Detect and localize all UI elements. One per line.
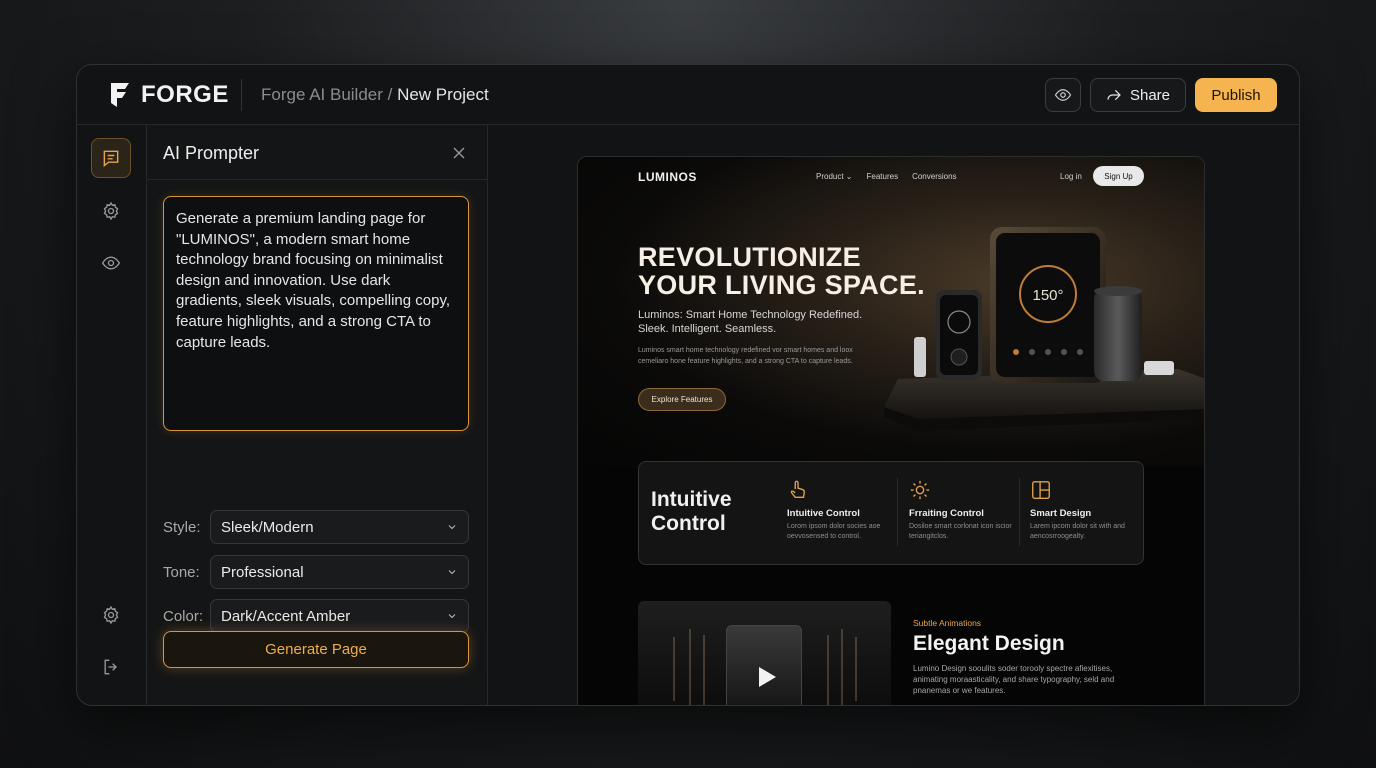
design-heading: Elegant Design (913, 632, 1065, 655)
share-button[interactable]: Share (1090, 78, 1186, 112)
features-card-title: Intuitive Control (651, 488, 732, 536)
nav-link-product[interactable]: Product ⌄ (816, 172, 853, 181)
sidebar-rail (77, 125, 147, 705)
color-label: Color: (163, 607, 204, 625)
hero-sub-line-2: Sleek. Intelligent. Seamless. (638, 323, 777, 335)
hand-touch-icon (787, 478, 905, 502)
feature-desc: Larem ipcom dolor sit with and aencosrro… (1030, 523, 1125, 540)
divider (147, 179, 487, 180)
design-description: Lumino Design sooulits soder torooly spe… (913, 664, 1115, 695)
preview-canvas: LUMINOS Product ⌄ Features Conversions L… (488, 125, 1299, 705)
close-panel-button[interactable] (449, 143, 469, 163)
app-name: FORGE (141, 81, 229, 108)
rail-app-settings-button[interactable] (91, 595, 131, 635)
share-label: Share (1129, 86, 1171, 104)
nav-link-conversions[interactable]: Conversions (912, 172, 956, 181)
rail-settings-button[interactable] (91, 191, 131, 231)
chevron-down-icon (448, 614, 456, 619)
rail-logout-button[interactable] (91, 647, 131, 687)
prompt-textarea[interactable]: Generate a premium landing page for "LUM… (163, 196, 469, 431)
panel-title: AI Prompter (163, 143, 260, 163)
thermostat-readout: 150° (1032, 287, 1063, 304)
color-select[interactable]: Dark/Accent Amber (210, 599, 469, 633)
divider (897, 478, 898, 546)
forge-logo-icon (107, 81, 131, 109)
style-value: Sleek/Modern (221, 518, 314, 536)
divider (1019, 478, 1020, 546)
play-icon[interactable] (757, 666, 777, 688)
feature-item: Frraiting Control Dosiloe smart corlonat… (909, 478, 1027, 542)
preview-brand: LUMINOS (638, 170, 697, 184)
breadcrumb-current: New Project (397, 85, 489, 104)
hero-sub-line-1: Luminos: Smart Home Technology Redefined… (638, 309, 863, 321)
sun-icon (909, 478, 1027, 502)
feature-name: Frraiting Control (909, 508, 984, 519)
preview-button[interactable] (1045, 78, 1081, 112)
breadcrumb-separator: / (382, 85, 398, 104)
feature-name: Smart Design (1030, 508, 1092, 519)
eye-icon (101, 256, 121, 270)
close-icon (453, 147, 465, 159)
generate-page-button[interactable]: Generate Page (163, 631, 469, 668)
tone-option-row: Tone: Professional (163, 555, 469, 589)
chevron-down-icon (448, 525, 456, 530)
video-thumbnail[interactable] (638, 601, 891, 705)
publish-button[interactable]: Publish (1195, 78, 1277, 112)
feature-name: Intuitive Control (787, 508, 860, 519)
feature-desc: Lorom ipsom dolor socies aoe oevvosensed… (787, 523, 881, 540)
features-card: Intuitive Control Intuitive Control Loro… (638, 461, 1144, 565)
rail-preview-button[interactable] (91, 243, 131, 283)
feature-item: Intuitive Control Lorom ipsom dolor soci… (787, 478, 905, 542)
features-title-line-2: Control (651, 512, 726, 535)
top-bar: FORGE Forge AI Builder / New Project Sha… (77, 65, 1299, 125)
breadcrumb-parent[interactable]: Forge AI Builder (261, 85, 383, 104)
app-logo[interactable]: FORGE (107, 81, 229, 109)
hero-body-text: Luminos smart home technology redefined … (638, 347, 853, 365)
color-value: Dark/Accent Amber (221, 607, 351, 625)
ai-prompter-panel: AI Prompter Generate a premium landing p… (147, 125, 488, 705)
feature-item: Smart Design Larem ipcom dolor sit with … (1030, 478, 1148, 542)
style-select[interactable]: Sleek/Modern (210, 510, 469, 544)
divider (241, 79, 242, 111)
smart-devices-image: 150° (884, 227, 1204, 431)
logout-icon (104, 659, 117, 675)
style-label: Style: (163, 518, 201, 536)
preview-signup-button[interactable]: Sign Up (1093, 166, 1144, 186)
feature-desc: Dosiloe smart corlonat icon iscior teria… (909, 523, 1012, 540)
style-option-row: Style: Sleek/Modern (163, 510, 469, 544)
chat-prompt-icon (103, 150, 119, 167)
eye-icon (1054, 89, 1072, 101)
color-option-row: Color: Dark/Accent Amber (163, 599, 469, 633)
preview-nav: Product ⌄ Features Conversions (816, 172, 957, 181)
rail-ai-prompter-button[interactable] (91, 138, 131, 178)
gear-icon (103, 201, 119, 221)
hero-subheading: Luminos: Smart Home Technology Redefined… (638, 308, 898, 336)
preview-login-link[interactable]: Log in (1060, 172, 1082, 181)
layout-panels-icon (1030, 478, 1148, 502)
nav-link-features[interactable]: Features (867, 172, 899, 181)
tone-select[interactable]: Professional (210, 555, 469, 589)
chevron-down-icon (448, 570, 456, 575)
design-eyebrow: Subtle Animations (913, 618, 982, 628)
share-arrow-icon (1107, 89, 1121, 101)
landing-page-preview[interactable]: LUMINOS Product ⌄ Features Conversions L… (577, 156, 1205, 705)
tone-label: Tone: (163, 563, 200, 581)
app-window: FORGE Forge AI Builder / New Project Sha… (76, 64, 1300, 706)
tone-value: Professional (221, 563, 304, 581)
gear-icon (103, 605, 119, 625)
features-title-line-1: Intuitive (651, 488, 732, 511)
explore-features-button[interactable]: Explore Features (638, 388, 726, 411)
breadcrumb: Forge AI Builder / New Project (261, 85, 489, 105)
